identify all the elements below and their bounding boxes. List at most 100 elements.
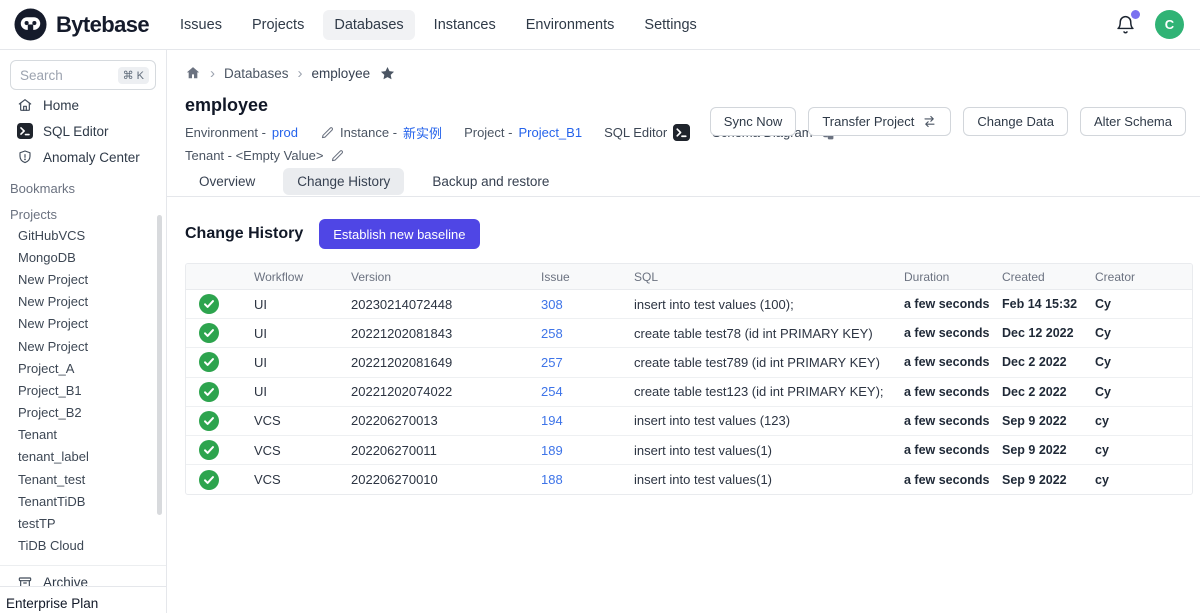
- change-data-button[interactable]: Change Data: [963, 107, 1068, 136]
- section-title: Change History: [185, 225, 303, 243]
- table-row[interactable]: UI 20221202081649 257 create table test7…: [186, 348, 1192, 377]
- cell-workflow: VCS: [254, 472, 351, 487]
- col-version: Version: [351, 270, 541, 284]
- home-icon: [17, 97, 33, 113]
- establish-baseline-button[interactable]: Establish new baseline: [319, 219, 479, 249]
- cell-created: Feb 14 15:32: [1002, 297, 1095, 311]
- table-header: Workflow Version Issue SQL Duration Crea…: [186, 264, 1192, 290]
- cell-duration: a few seconds: [904, 443, 1002, 457]
- project-item[interactable]: New Project: [0, 313, 166, 335]
- pencil-icon[interactable]: [320, 126, 334, 140]
- nav-settings[interactable]: Settings: [633, 10, 707, 40]
- sidebar-item-sql-editor[interactable]: SQL Editor: [0, 118, 166, 144]
- success-check-icon: [199, 440, 219, 460]
- sidebar-item-label: Anomaly Center: [43, 150, 140, 165]
- bytebase-logo-icon: [14, 8, 47, 41]
- table-row[interactable]: UI 20230214072448 308 insert into test v…: [186, 290, 1192, 319]
- project-item[interactable]: Project_A: [0, 357, 166, 379]
- project-item[interactable]: tenant_label: [0, 446, 166, 468]
- cell-version: 202206270010: [351, 472, 541, 487]
- project-link[interactable]: Project_B1: [518, 125, 582, 140]
- project-item[interactable]: GitHubVCS: [0, 224, 166, 246]
- chevron-right-icon: ›: [298, 66, 303, 81]
- nav-projects[interactable]: Projects: [241, 10, 315, 40]
- sidebar-item-home[interactable]: Home: [0, 92, 166, 118]
- issue-link[interactable]: 258: [541, 326, 634, 341]
- col-sql: SQL: [634, 270, 904, 284]
- issue-link[interactable]: 194: [541, 413, 634, 428]
- nav-issues[interactable]: Issues: [169, 10, 233, 40]
- cell-created: Dec 2 2022: [1002, 385, 1095, 399]
- bytebase-logo[interactable]: Bytebase: [14, 8, 149, 41]
- project-item[interactable]: New Project: [0, 291, 166, 313]
- project-item[interactable]: TiDB Cloud: [0, 535, 166, 557]
- breadcrumb-databases[interactable]: Databases: [224, 66, 289, 81]
- table-row[interactable]: VCS 202206270013 194 insert into test va…: [186, 407, 1192, 436]
- table-row[interactable]: VCS 202206270010 188 insert into test va…: [186, 465, 1192, 494]
- issue-link[interactable]: 188: [541, 472, 634, 487]
- sync-now-button[interactable]: Sync Now: [710, 107, 797, 136]
- nav-databases[interactable]: Databases: [323, 10, 414, 40]
- navbar-right: C: [1115, 10, 1184, 39]
- pencil-icon[interactable]: [330, 149, 344, 163]
- nav-instances[interactable]: Instances: [423, 10, 507, 40]
- tab-overview[interactable]: Overview: [185, 168, 269, 195]
- success-check-icon: [199, 411, 219, 431]
- issue-link[interactable]: 189: [541, 443, 634, 458]
- project-item[interactable]: Project_B1: [0, 379, 166, 401]
- table-row[interactable]: VCS 202206270011 189 insert into test va…: [186, 436, 1192, 465]
- issue-link[interactable]: 254: [541, 384, 634, 399]
- issue-link[interactable]: 308: [541, 297, 634, 312]
- success-check-icon: [199, 470, 219, 490]
- transfer-project-button[interactable]: Transfer Project: [808, 107, 951, 136]
- cell-version: 202206270011: [351, 443, 541, 458]
- project-item[interactable]: New Project: [0, 335, 166, 357]
- search-input[interactable]: Search ⌘ K: [10, 60, 156, 90]
- col-workflow: Workflow: [254, 270, 351, 284]
- table-row[interactable]: UI 20221202081843 258 create table test7…: [186, 319, 1192, 348]
- project-item[interactable]: testTP: [0, 512, 166, 534]
- tab-bar: Overview Change History Backup and resto…: [167, 168, 1200, 197]
- cell-workflow: UI: [254, 384, 351, 399]
- bookmark-star-icon[interactable]: [379, 65, 396, 82]
- transfer-project-label: Transfer Project: [822, 114, 914, 129]
- cell-sql: create table test123 (id int PRIMARY KEY…: [634, 384, 904, 399]
- cell-workflow: UI: [254, 355, 351, 370]
- table-row[interactable]: UI 20221202074022 254 create table test1…: [186, 378, 1192, 407]
- cell-sql: insert into test values (100);: [634, 297, 904, 312]
- cell-created: Dec 12 2022: [1002, 326, 1095, 340]
- cell-created: Sep 9 2022: [1002, 414, 1095, 428]
- cell-workflow: UI: [254, 297, 351, 312]
- nav-environments[interactable]: Environments: [515, 10, 626, 40]
- project-item[interactable]: TenantTiDB: [0, 490, 166, 512]
- main-content: › Databases › employee employee Environm…: [167, 50, 1200, 613]
- project-item[interactable]: New Project: [0, 268, 166, 290]
- user-avatar[interactable]: C: [1155, 10, 1184, 39]
- success-check-icon: [199, 294, 219, 314]
- project-item[interactable]: MongoDB: [0, 246, 166, 268]
- action-buttons: Sync Now Transfer Project Change Data Al…: [710, 107, 1186, 136]
- sidebar-item-anomaly-center[interactable]: Anomaly Center: [0, 144, 166, 170]
- tab-backup-and-restore[interactable]: Backup and restore: [418, 168, 563, 195]
- alter-schema-button[interactable]: Alter Schema: [1080, 107, 1186, 136]
- notification-dot: [1131, 10, 1140, 19]
- cell-creator: Cy: [1095, 297, 1192, 311]
- instance-link[interactable]: 新实例: [403, 123, 442, 142]
- sidebar: Search ⌘ K Home SQL Editor Anomaly Cente…: [0, 50, 167, 613]
- sql-editor-link[interactable]: SQL Editor: [604, 124, 690, 141]
- tenant-meta-row: Tenant - <Empty Value>: [185, 148, 1200, 163]
- tab-change-history[interactable]: Change History: [283, 168, 404, 195]
- project-item[interactable]: Project_B2: [0, 402, 166, 424]
- issue-link[interactable]: 257: [541, 355, 634, 370]
- project-item[interactable]: Tenant: [0, 424, 166, 446]
- notifications-button[interactable]: [1115, 14, 1136, 35]
- project-item[interactable]: Tenant_test: [0, 468, 166, 490]
- chevron-right-icon: ›: [210, 66, 215, 81]
- search-placeholder: Search: [20, 68, 63, 83]
- cell-duration: a few seconds: [904, 355, 1002, 369]
- home-breadcrumb-icon[interactable]: [185, 65, 201, 81]
- sidebar-scrollbar[interactable]: [157, 215, 162, 515]
- cell-sql: insert into test values(1): [634, 472, 904, 487]
- environment-link[interactable]: prod: [272, 125, 298, 140]
- breadcrumb-employee[interactable]: employee: [312, 66, 371, 81]
